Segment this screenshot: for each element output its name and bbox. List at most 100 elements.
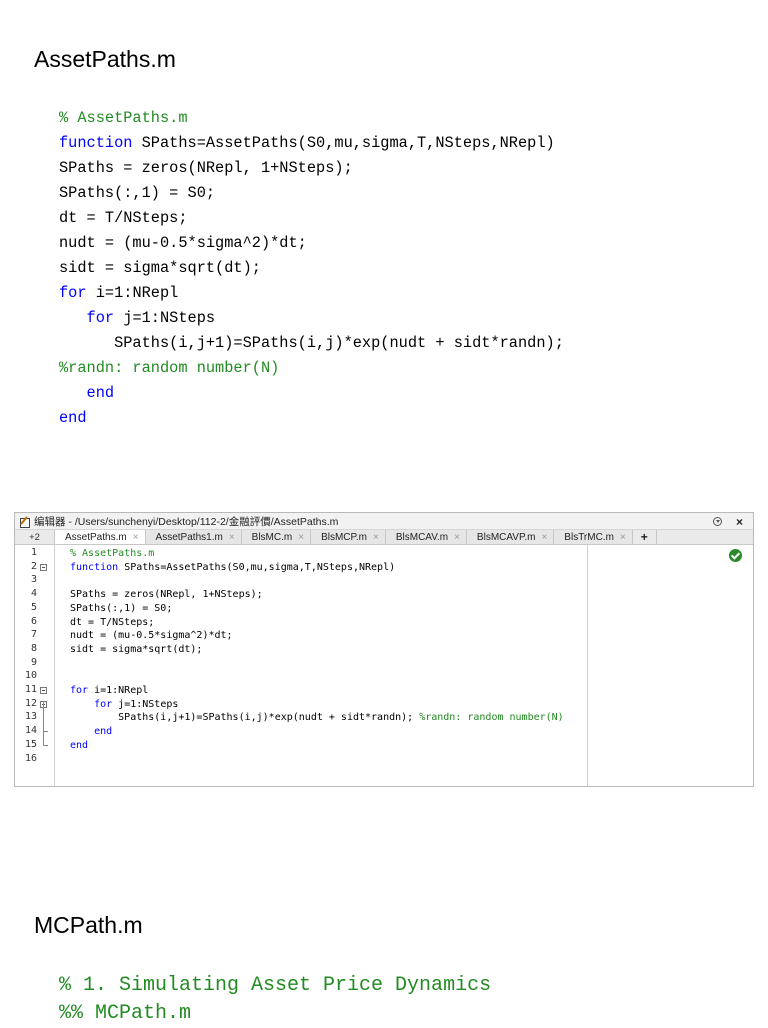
section-heading-mcpath: MCPath.m [34,912,143,938]
code-line: dt = T/NSteps; [59,206,564,231]
line-number: 5 [30,601,37,613]
code-line: SPaths = zeros(NRepl, 1+NSteps); [59,156,564,181]
tab-close-icon[interactable]: × [133,532,139,543]
editor-code-line[interactable]: end [70,739,88,752]
code-line: end [59,381,564,406]
code-line: SPaths(:,1) = S0; [59,181,564,206]
code-text: SPaths=AssetPaths(S0,mu,sigma,T,NSteps,N… [132,134,555,152]
editor-code-line[interactable]: nudt = (mu-0.5*sigma^2)*dt; [70,629,233,642]
editor-code-line[interactable]: SPaths = zeros(NRepl, 1+NSteps); [70,588,263,601]
editor-titlebar: 编辑器 - /Users/sunchenyi/Desktop/112-2/金融評… [15,513,753,530]
editor-tab[interactable]: BlsMCAVP.m × [466,530,555,544]
code-line: % 1. Simulating Asset Price Dynamics [59,972,491,1000]
editor-tab[interactable]: BlsMCAV.m × [385,530,467,544]
fold-toggle-icon[interactable] [40,687,47,694]
code-text: dt = T/NSteps; [70,616,155,628]
matlab-editor-window: 编辑器 - /Users/sunchenyi/Desktop/112-2/金融評… [14,512,754,787]
editor-tab[interactable]: AssetPaths.m × [55,530,146,544]
editor-code-line[interactable]: SPaths(:,1) = S0; [70,602,172,615]
code-block-mcpath: % 1. Simulating Asset Price Dynamics %% M… [59,972,491,1028]
editor-code-line[interactable]: for j=1:NSteps [70,698,178,711]
window-controls: × [712,513,743,530]
code-line: nudt = (mu-0.5*sigma^2)*dt; [59,231,564,256]
editor-code-line[interactable]: dt = T/NSteps; [70,616,154,629]
line-number: 14 [24,725,37,737]
code-line: for j=1:NSteps [59,306,564,331]
editor-code-line[interactable]: for i=1:NRepl [70,684,148,697]
code-line: %randn: random number(N) [59,356,564,381]
code-comment: % 1. Simulating Asset Price Dynamics [59,974,492,997]
editor-tab-label: BlsMC.m [251,531,293,543]
editor-code-line[interactable]: SPaths(i,j+1)=SPaths(i,j)*exp(nudt + sid… [70,711,564,724]
line-number: 16 [24,752,37,764]
code-text: SPaths(i,j+1)=SPaths(i,j)*exp(nudt + sid… [59,334,564,352]
editor-code-line[interactable]: function SPaths=AssetPaths(S0,mu,sigma,T… [70,561,395,574]
editor-tab-bar: +2 AssetPaths.m × AssetPaths1.m × BlsMC.m × Bl… [15,530,753,545]
line-number: 7 [30,629,37,641]
code-text: SPaths(:,1) = S0; [59,184,216,202]
editor-tab-label: BlsMCAVP.m [476,531,536,543]
tab-close-icon[interactable]: × [229,532,235,543]
close-editor-button[interactable]: × [736,516,743,528]
line-number: 9 [30,656,37,668]
fold-end-marker [43,744,48,746]
editor-code-line[interactable]: % AssetPaths.m [70,547,154,560]
section-heading-assetpaths: AssetPaths.m [34,46,176,72]
line-number: 3 [30,574,37,586]
code-comment: %randn: random number(N) [59,359,280,377]
code-comment: % AssetPaths.m [59,109,188,127]
code-keyword: for [94,698,113,710]
code-text: SPaths=AssetPaths(S0,mu,sigma,T,NSteps,N… [118,561,396,573]
editor-tab[interactable]: BlsMC.m × [241,530,312,544]
code-text: j=1:NSteps [114,309,216,327]
editor-tab[interactable]: AssetPaths1.m × [145,530,242,544]
code-comment: % AssetPaths.m [70,548,155,559]
code-comment: %% MCPath.m [59,1002,192,1025]
code-text: i=1:NRepl [88,685,149,696]
code-keyword: for [59,284,87,302]
code-text: SPaths(i,j+1)=SPaths(i,j)*exp(nudt + sid… [70,712,420,724]
code-text: j=1:NSteps [112,698,179,710]
line-number: 8 [30,642,37,654]
editor-tab-label: BlsMCAV.m [395,531,449,543]
code-keyword: end [94,726,113,738]
tab-close-icon[interactable]: × [454,532,460,543]
code-keyword: end [70,739,89,751]
line-number: 2 [30,560,37,572]
code-text: sidt = sigma*sqrt(dt); [70,643,203,655]
code-text: dt = T/NSteps; [59,209,188,227]
tab-overflow-button[interactable]: +2 [15,530,55,544]
editor-tab[interactable]: BlsMCP.m × [311,530,386,544]
code-block-assetpaths: % AssetPaths.m function SPaths=AssetPaths… [59,106,564,431]
code-text: SPaths = zeros(NRepl, 1+NSteps); [70,589,263,601]
editor-code-line[interactable]: end [70,725,112,738]
editor-body[interactable]: 1 2 3 4 5 6 7 8 9 10 11 12 13 14 15 16 % AssetPaths.m fu… [15,545,753,786]
editor-tab-label: AssetPaths.m [65,531,127,543]
check-circle-icon[interactable] [729,549,742,562]
editor-code-line[interactable]: sidt = sigma*sqrt(dt); [70,643,202,656]
line-number: 12 [24,697,37,709]
editor-title: 编辑器 - /Users/sunchenyi/Desktop/112-2/金融評… [34,515,339,528]
code-line: for i=1:NRepl [59,281,564,306]
line-number: 6 [30,615,37,627]
editor-tab[interactable]: BlsTrMC.m × [554,530,633,544]
fold-toggle-icon[interactable] [40,563,47,571]
tab-close-icon[interactable]: × [541,532,547,543]
line-number: 15 [24,738,37,750]
tab-close-icon[interactable]: × [298,532,304,543]
tab-close-icon[interactable]: × [620,532,626,543]
code-line: function SPaths=AssetPaths(S0,mu,sigma,T… [59,131,564,156]
code-text: SPaths(:,1) = S0; [70,602,173,614]
code-keyword: end [86,384,115,402]
code-keyword: end [59,409,87,427]
code-text: SPaths = zeros(NRepl, 1+NSteps); [59,159,353,177]
new-tab-button[interactable]: + [633,530,657,544]
tab-close-icon[interactable]: × [373,532,379,543]
show-actions-dropdown-icon[interactable] [712,517,722,526]
code-keyword: for [86,309,115,327]
right-text-limit-line [587,545,588,786]
code-line: sidt = sigma*sqrt(dt); [59,256,564,281]
line-number: 13 [24,711,37,723]
